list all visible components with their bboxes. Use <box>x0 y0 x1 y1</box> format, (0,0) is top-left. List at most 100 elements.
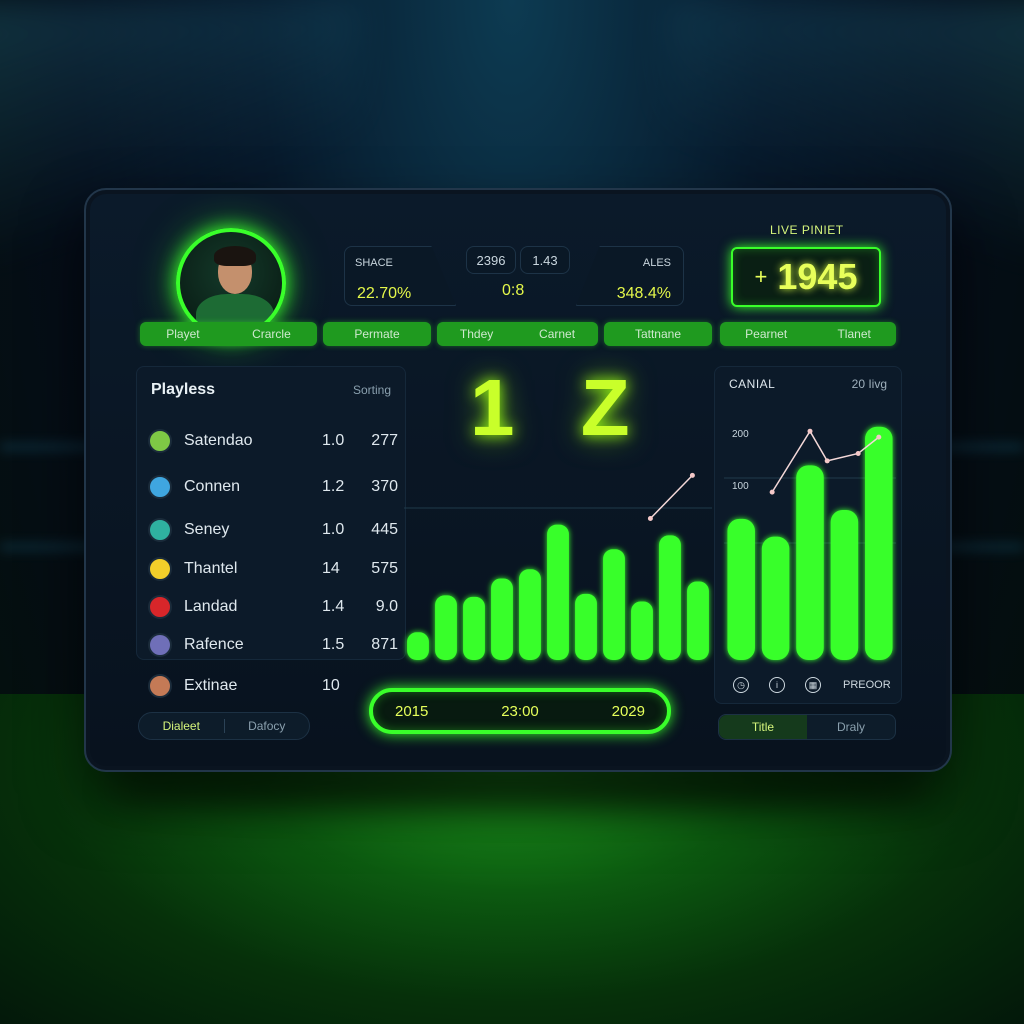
player-stat-a: 14 <box>322 560 340 577</box>
timeline-mid: 23:00 <box>501 702 539 720</box>
y-tick-label: 200 <box>732 429 749 440</box>
player-stat-b: 871 <box>371 636 398 653</box>
players-title: Playless <box>151 381 216 398</box>
pill-label-tlanet: Tlanet <box>837 327 871 341</box>
permate-pill[interactable]: Permate <box>323 322 431 346</box>
live-label: LIVE PINIET <box>770 223 844 237</box>
center-score: 0:8 <box>502 282 525 299</box>
player-stat-b: 575 <box>371 560 398 577</box>
bar <box>463 596 485 660</box>
ales-value: 348.4% <box>616 285 671 302</box>
toggle-dafocy[interactable]: Dafocy <box>225 719 310 733</box>
avatar-pill[interactable]: Playet Crarcle <box>140 322 317 346</box>
player-team-icon <box>148 595 172 619</box>
player-row[interactable]: Extinae 10 <box>148 673 398 699</box>
pill-label-permate: Permate <box>354 327 400 341</box>
player-stat-a: 1.2 <box>322 478 345 495</box>
player-team-icon <box>148 557 172 581</box>
timeline-end: 2029 <box>611 702 645 720</box>
pill-label-tattnane: Tattnane <box>634 327 682 341</box>
toggle-draly[interactable]: Draly <box>807 720 895 734</box>
player-row[interactable]: Satendao 1.0 277 <box>148 428 398 454</box>
score-left: 2396 <box>476 252 506 268</box>
live-plus: + <box>754 264 768 289</box>
pill-label-today: Thdey <box>459 327 494 341</box>
rp-subtitle: 20 Iivg <box>851 377 887 391</box>
today-pill[interactable]: Thdey Carnet <box>437 322 598 346</box>
players-sort[interactable]: Sorting <box>353 383 391 397</box>
tattnane-pill[interactable]: Tattnane <box>604 322 712 346</box>
center-bar-chart <box>404 472 712 660</box>
rp-icons-text: PREOOR <box>843 679 891 691</box>
bar <box>687 581 709 660</box>
player-team-icon <box>148 674 172 698</box>
player-name: Connen <box>184 478 241 495</box>
bar <box>830 509 859 660</box>
player-name: Rafence <box>184 636 244 653</box>
live-pill[interactable]: Pearnet Tlanet <box>720 322 896 346</box>
player-row[interactable]: Connen 1.2 370 <box>148 474 398 500</box>
live-counter[interactable]: + 1945 <box>731 247 881 307</box>
bar <box>659 535 681 660</box>
player-name: Seney <box>184 521 230 538</box>
player-stat-b: 9.0 <box>375 598 398 615</box>
player-row[interactable]: Rafence 1.5 871 <box>148 632 398 658</box>
toggle-dialeet[interactable]: Dialeet <box>139 719 224 733</box>
player-stat-a: 1.5 <box>322 636 345 653</box>
toggle-title[interactable]: Title <box>719 715 807 739</box>
pill-label-pearnet: Pearnet <box>745 327 788 341</box>
player-name: Extinae <box>184 677 238 694</box>
trend-point <box>824 458 830 464</box>
pill-label-player: Playet <box>166 327 200 341</box>
players-toggle: Dialeet Dafocy <box>138 712 310 740</box>
trend-point <box>876 434 882 440</box>
rp-icon-row: ◷ i ▦ PREOOR <box>733 677 893 693</box>
trend-point <box>689 472 695 478</box>
player-row[interactable]: Thantel 14 575 <box>148 556 398 582</box>
bar <box>603 549 625 660</box>
player-name: Satendao <box>184 432 253 449</box>
trend-point <box>769 489 775 495</box>
player-stat-b: 445 <box>371 521 398 538</box>
timeline-start: 2015 <box>395 702 429 720</box>
trend-line <box>649 474 693 519</box>
right-bar-chart: 200 100 <box>724 426 896 660</box>
timeline-bar[interactable]: 2015 23:00 2029 <box>369 688 671 734</box>
big-score: 1 Z <box>470 363 652 452</box>
player-stat-a: 1.0 <box>322 521 345 538</box>
avatar-hair <box>214 246 256 266</box>
info-icon[interactable]: i <box>769 677 785 693</box>
player-team-icon <box>148 475 172 499</box>
player-row[interactable]: Landad 1.4 9.0 <box>148 594 398 620</box>
bar <box>865 426 893 660</box>
y-tick-label: 100 <box>732 481 749 492</box>
bar <box>491 578 513 660</box>
ales-label: ALES <box>642 257 671 269</box>
player-name: Landad <box>184 598 238 615</box>
device-shadow <box>110 770 930 806</box>
pill-label-circle: Crarcle <box>252 327 291 341</box>
grid-icon[interactable]: ▦ <box>805 677 821 693</box>
bar <box>407 632 429 660</box>
bar <box>519 569 541 660</box>
player-team-icon <box>148 633 172 657</box>
pill-label-carnet: Carnet <box>539 327 576 341</box>
player-stat-a: 1.4 <box>322 598 345 615</box>
bar <box>761 536 790 660</box>
clock-icon[interactable]: ◷ <box>733 677 749 693</box>
bar <box>435 595 457 660</box>
trend-point <box>647 515 653 521</box>
player-stat-b: 277 <box>371 432 398 449</box>
player-team-icon <box>148 429 172 453</box>
trend-point <box>807 428 813 434</box>
trend-point <box>855 450 861 456</box>
score-left-box: 2396 <box>466 246 516 274</box>
player-row[interactable]: Seney 1.0 445 <box>148 517 398 543</box>
player-stat-a: 1.0 <box>322 432 345 449</box>
player-name: Thantel <box>184 560 238 577</box>
bar <box>575 593 597 660</box>
bar <box>631 601 653 660</box>
live-value: 1945 <box>777 256 858 297</box>
bar <box>547 524 569 660</box>
share-label: SHACE <box>355 257 393 269</box>
